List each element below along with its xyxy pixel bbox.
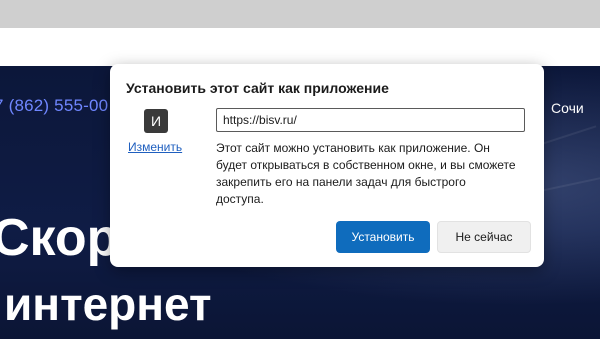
install-app-dialog: Установить этот сайт как приложение И Из…: [110, 64, 544, 267]
site-city-selector[interactable]: Сочи: [551, 100, 584, 116]
dialog-description: Этот сайт можно установить как приложени…: [216, 141, 516, 206]
app-name-input[interactable]: [216, 108, 525, 132]
site-phone-number[interactable]: 7 (862) 555-00: [0, 96, 108, 116]
dialog-title: Установить этот сайт как приложение: [126, 80, 389, 96]
browser-address-strip: [0, 28, 600, 67]
not-now-button[interactable]: Не сейчас: [437, 221, 531, 253]
install-button[interactable]: Установить: [336, 221, 430, 253]
browser-top-strip: [0, 0, 600, 28]
app-icon: И: [144, 109, 168, 133]
hero-headline-line2: интернет: [4, 278, 212, 330]
edit-icon-link[interactable]: Изменить: [128, 140, 182, 154]
